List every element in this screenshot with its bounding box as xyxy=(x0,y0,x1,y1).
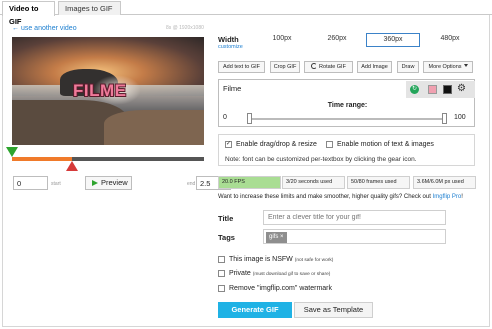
limits-text: Want to increase these limits and make s… xyxy=(218,194,433,200)
trim-start-handle[interactable] xyxy=(6,147,18,157)
refresh-icon[interactable]: ↻ xyxy=(410,85,419,94)
drag-drop-checkbox[interactable]: ✓ xyxy=(225,141,232,148)
customize-width-link[interactable]: customize xyxy=(218,44,243,50)
frames-stat: 50/80 frames used xyxy=(347,176,410,189)
private-label: Private (must download gif to save or sh… xyxy=(229,270,330,277)
title-input[interactable] xyxy=(263,210,446,225)
add-image-button[interactable]: Add Image xyxy=(357,61,392,73)
more-options-button[interactable]: More Options xyxy=(423,61,473,73)
use-another-video-link[interactable]: ← use another video xyxy=(12,25,77,32)
text-layer-input[interactable]: Filme xyxy=(220,81,406,98)
private-checkbox[interactable] xyxy=(218,270,225,277)
tags-input[interactable] xyxy=(263,229,446,244)
imgflip-pro-link[interactable]: Imgflip Pro xyxy=(433,194,462,200)
tag-chip[interactable]: gifs × xyxy=(266,232,287,243)
gear-icon[interactable]: ⚙ xyxy=(457,83,466,95)
more-options-label: More Options xyxy=(428,64,462,70)
width-option-360[interactable]: 360px xyxy=(366,33,420,47)
time-range-track[interactable] xyxy=(249,118,445,120)
trim-slider-range xyxy=(12,157,72,161)
time-range-end-handle[interactable] xyxy=(442,113,447,124)
trim-end-handle[interactable] xyxy=(66,161,78,171)
draw-button[interactable]: Draw xyxy=(397,61,419,73)
limits-suffix: ! xyxy=(461,194,463,200)
width-option-480[interactable]: 480px xyxy=(423,33,477,47)
font-note: Note: font can be customized per-textbox… xyxy=(225,156,417,163)
watermark-label: Remove "imgflip.com" watermark xyxy=(229,285,332,292)
nsfw-label-text: This image is NSFW xyxy=(229,256,293,263)
time-range-start-handle[interactable] xyxy=(247,113,252,124)
tab-images-to-gif[interactable]: Images to GIF xyxy=(58,1,121,15)
preview-label: Preview xyxy=(101,178,128,187)
add-text-button[interactable]: Add text to GIF xyxy=(218,61,265,73)
rotate-label: Rotate GIF xyxy=(319,64,346,70)
start-time-input[interactable] xyxy=(13,176,48,190)
end-label: end xyxy=(187,181,196,187)
nsfw-checkbox[interactable] xyxy=(218,256,225,263)
start-label: start xyxy=(51,181,61,187)
play-icon xyxy=(92,180,98,186)
time-range-label: Time range: xyxy=(327,102,368,109)
outline-color-swatch[interactable] xyxy=(443,85,452,94)
text-options-panel: ✓ Enable drag/drop & resize Enable motio… xyxy=(218,134,475,166)
size-stat: 3.6M/6.0M px used xyxy=(413,176,476,189)
private-label-text: Private xyxy=(229,270,251,277)
rotate-icon xyxy=(311,63,318,69)
rotate-button[interactable]: Rotate GIF xyxy=(304,61,353,73)
watermark-checkbox[interactable] xyxy=(218,285,225,292)
video-meta: 8s @ 1920x1080 xyxy=(166,25,204,31)
seconds-stat: 3/20 seconds used xyxy=(282,176,345,189)
private-sublabel: (must download gif to save or share) xyxy=(252,272,331,277)
tab-video-to-gif[interactable]: Video to GIF xyxy=(2,1,55,26)
fps-stat: 20.0 FPS xyxy=(218,176,281,189)
save-as-template-button[interactable]: Save as Template xyxy=(294,302,373,318)
chevron-down-icon xyxy=(463,64,468,67)
nsfw-sublabel: (not safe for work) xyxy=(294,258,334,263)
width-option-260[interactable]: 260px xyxy=(310,33,364,47)
time-range-max: 100 xyxy=(454,114,466,121)
drag-drop-label: Enable drag/drop & resize xyxy=(236,141,317,148)
preview-button[interactable]: Preview xyxy=(85,176,132,190)
width-label: Width xyxy=(218,35,239,44)
crop-button[interactable]: Crop GIF xyxy=(270,61,300,73)
title-label: Title xyxy=(218,214,234,223)
gif-overlay-text[interactable]: FILME xyxy=(73,81,127,101)
text-layer-panel: Filme ↻ ⚙ Time range: 0 100 xyxy=(218,79,475,127)
motion-checkbox[interactable] xyxy=(326,141,333,148)
limits-note: Want to increase these limits and make s… xyxy=(218,194,463,200)
tags-label: Tags xyxy=(218,233,235,242)
nsfw-label: This image is NSFW (not safe for work) xyxy=(229,256,333,263)
motion-label: Enable motion of text & images xyxy=(337,141,434,148)
time-range-min: 0 xyxy=(223,114,227,121)
width-option-100[interactable]: 100px xyxy=(255,33,309,47)
tab-bar: Video to GIF Images to GIF xyxy=(0,0,492,26)
generate-gif-button[interactable]: Generate GIF xyxy=(218,302,292,318)
fill-color-swatch[interactable] xyxy=(428,85,437,94)
preview-rock xyxy=(104,110,204,145)
